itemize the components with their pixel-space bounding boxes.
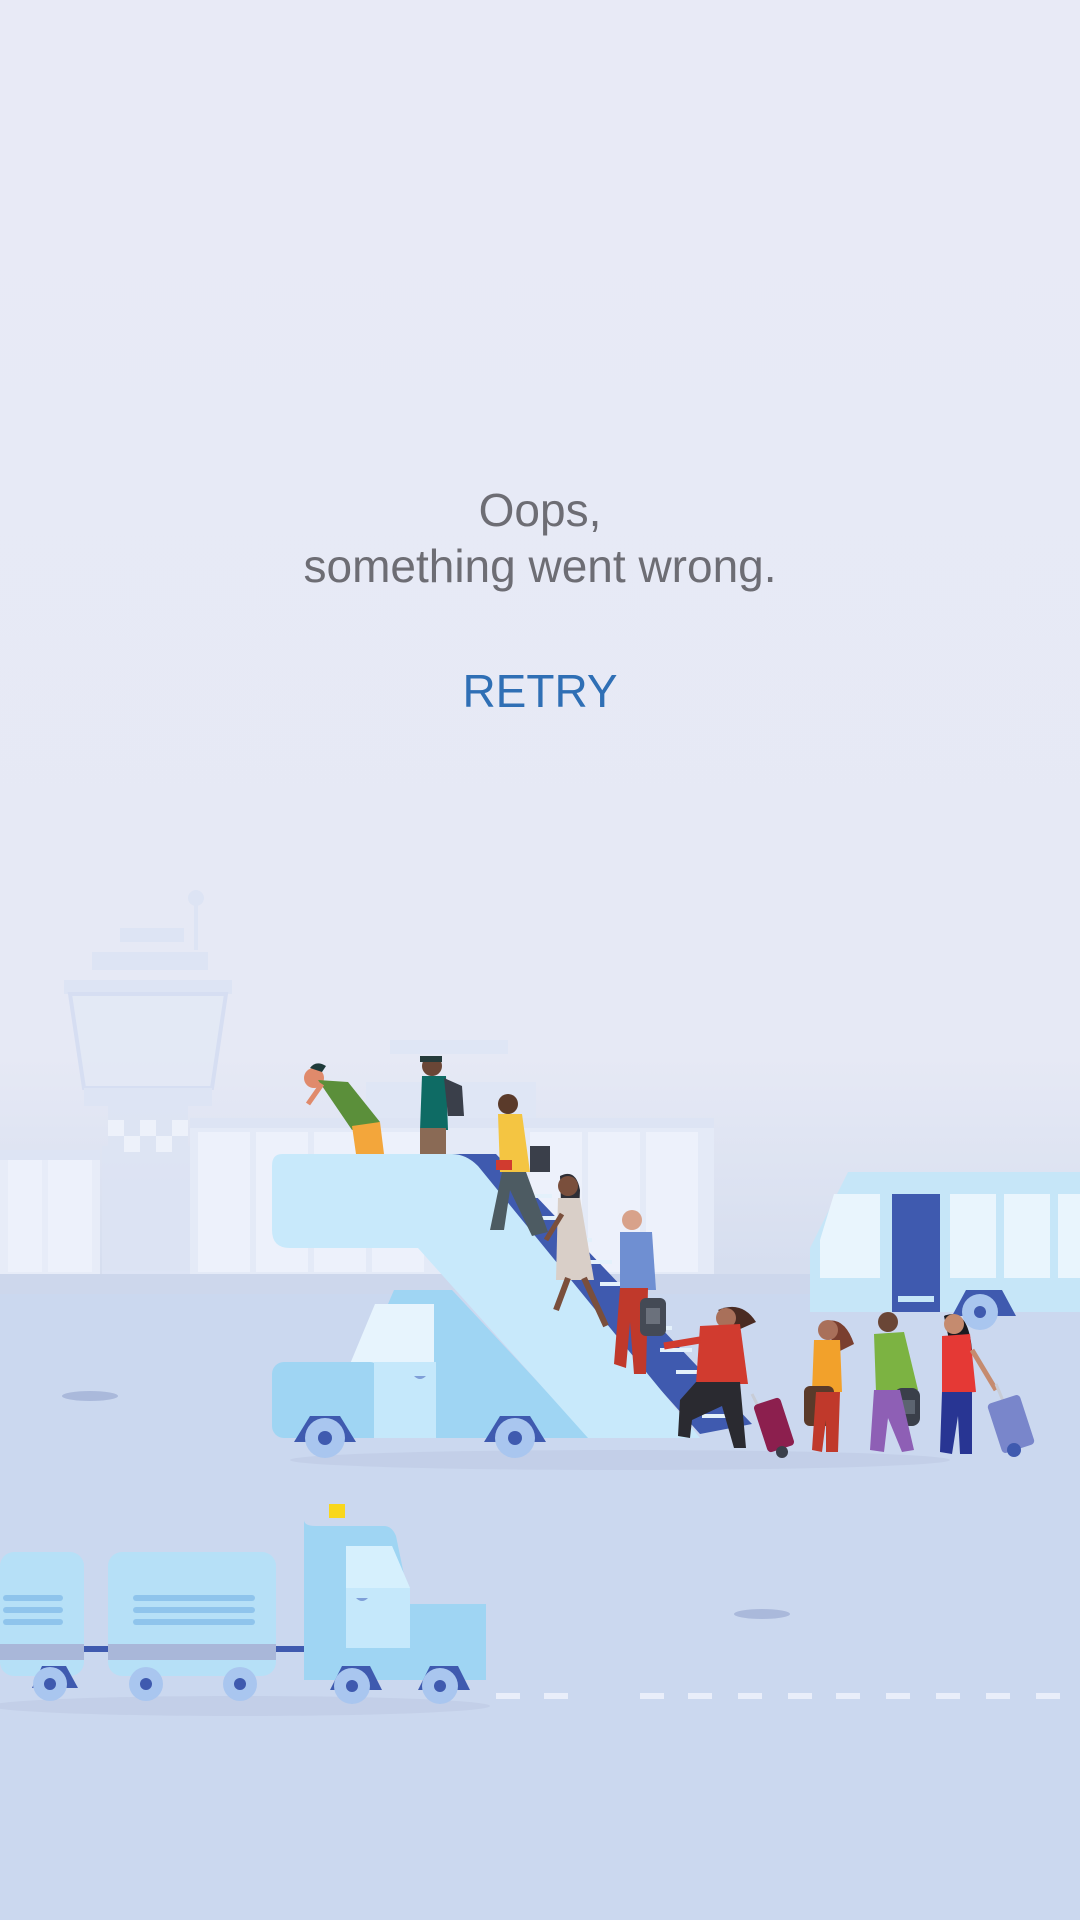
- airport-illustration: [0, 860, 1080, 1920]
- puddle: [62, 1391, 118, 1401]
- error-title: Oops,: [478, 484, 602, 536]
- retry-button[interactable]: RETRY: [440, 656, 640, 726]
- error-message: Oops, something went wrong.: [0, 482, 1080, 594]
- airport-bus: [810, 1172, 1080, 1330]
- puddle: [734, 1609, 790, 1619]
- error-subtitle: something went wrong.: [303, 540, 777, 592]
